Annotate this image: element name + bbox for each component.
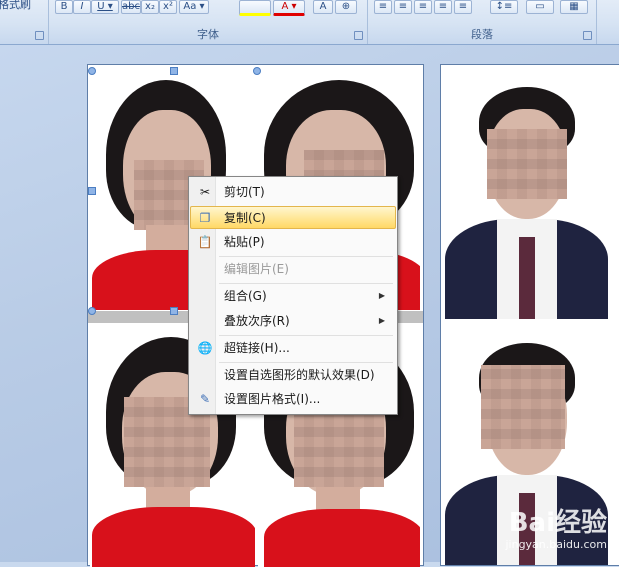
photo-gap-band-right: [441, 323, 619, 333]
menu-separator: [219, 362, 393, 363]
strikethrough-button[interactable]: abc: [121, 0, 141, 14]
baidu-jingyan-watermark: Bai经验 jingyan.baidu.com: [461, 500, 611, 558]
menu-item-cut[interactable]: ✂ 剪切(T): [191, 181, 395, 203]
selection-handle-bottom-left[interactable]: [88, 307, 96, 315]
borders-button[interactable]: ▦: [560, 0, 588, 14]
align-center-button[interactable]: ≡: [394, 0, 412, 14]
menu-separator: [219, 335, 393, 336]
menu-item-default-shape-effect[interactable]: 设置自选图形的默认效果(D): [191, 364, 395, 386]
format-painter-label[interactable]: 格式刷: [0, 0, 31, 12]
selection-handle-top-right[interactable]: [253, 67, 261, 75]
context-menu: ✂ 剪切(T) ❐ 复制(C) 📋 粘贴(P) 编辑图片(E) 组合(G) ▶ …: [188, 176, 398, 415]
highlight-color-button[interactable]: [239, 0, 271, 16]
format-picture-icon: ✎: [199, 392, 211, 406]
font-group-launcher-icon[interactable]: [354, 31, 363, 40]
paste-icon: 📋: [197, 235, 213, 249]
submenu-arrow-icon: ▶: [378, 316, 385, 325]
align-left-button[interactable]: ≡: [374, 0, 392, 14]
watermark-brand: Bai经验: [508, 508, 607, 538]
subscript-button[interactable]: x₂: [141, 0, 159, 14]
menu-item-copy[interactable]: ❐ 复制(C): [190, 206, 396, 229]
paragraph-group-label: 段落: [471, 28, 493, 41]
clipboard-group-launcher-icon[interactable]: [35, 31, 44, 40]
photo-male-top[interactable]: [445, 69, 608, 319]
justify-button[interactable]: ≡: [434, 0, 452, 14]
paragraph-group-launcher-icon[interactable]: [583, 31, 592, 40]
align-right-button[interactable]: ≡: [414, 0, 432, 14]
superscript-button[interactable]: x²: [159, 0, 177, 14]
menu-separator: [219, 256, 393, 257]
bold-button[interactable]: B: [55, 0, 73, 14]
ribbon: 格式刷 B I U ▾ abc x₂ x² Aa ▾ A ▾ A ⊕ 字体 ≡ …: [0, 0, 619, 45]
menu-item-paste[interactable]: 📋 粘贴(P): [191, 231, 395, 253]
clipboard-group: 格式刷: [0, 0, 49, 44]
selection-handle-bottom[interactable]: [170, 307, 178, 315]
submenu-arrow-icon: ▶: [378, 291, 385, 300]
hyperlink-globe-icon: 🌐: [197, 341, 213, 355]
enclose-char-button[interactable]: ⊕: [335, 0, 357, 14]
italic-button[interactable]: I: [73, 0, 91, 14]
font-group-label: 字体: [197, 28, 219, 41]
pixelated-face: [487, 129, 567, 199]
change-case-button[interactable]: Aa ▾: [179, 0, 209, 14]
menu-item-format-picture[interactable]: ✎ 设置图片格式(I)...: [191, 388, 395, 410]
shading-button[interactable]: ▭: [526, 0, 554, 14]
underline-button[interactable]: U ▾: [91, 0, 119, 14]
line-spacing-button[interactable]: ↕≡: [490, 0, 518, 14]
font-color-button[interactable]: A ▾: [273, 0, 305, 16]
menu-item-order[interactable]: 叠放次序(R) ▶: [191, 310, 395, 332]
char-shading-button[interactable]: A: [313, 0, 333, 14]
menu-item-hyperlink[interactable]: 🌐 超链接(H)...: [191, 337, 395, 359]
menu-item-group[interactable]: 组合(G) ▶: [191, 285, 395, 307]
font-group: B I U ▾ abc x₂ x² Aa ▾ A ▾ A ⊕ 字体: [49, 0, 368, 44]
document-page-right: [440, 64, 619, 566]
pixelated-face: [481, 365, 565, 449]
paragraph-group: ≡ ≡ ≡ ≡ ≡ ↕≡ ▭ ▦ 段落: [368, 0, 597, 44]
selection-handle-top[interactable]: [170, 67, 178, 75]
scissors-icon: ✂: [199, 185, 211, 199]
menu-separator: [219, 283, 393, 284]
selection-handle-left[interactable]: [88, 187, 96, 195]
copy-icon: ❐: [199, 211, 211, 225]
distributed-button[interactable]: ≡: [454, 0, 472, 14]
selection-handle-top-left[interactable]: [88, 67, 96, 75]
watermark-url: jingyan.baidu.com: [505, 538, 607, 551]
menu-item-edit-picture: 编辑图片(E): [224, 262, 289, 276]
